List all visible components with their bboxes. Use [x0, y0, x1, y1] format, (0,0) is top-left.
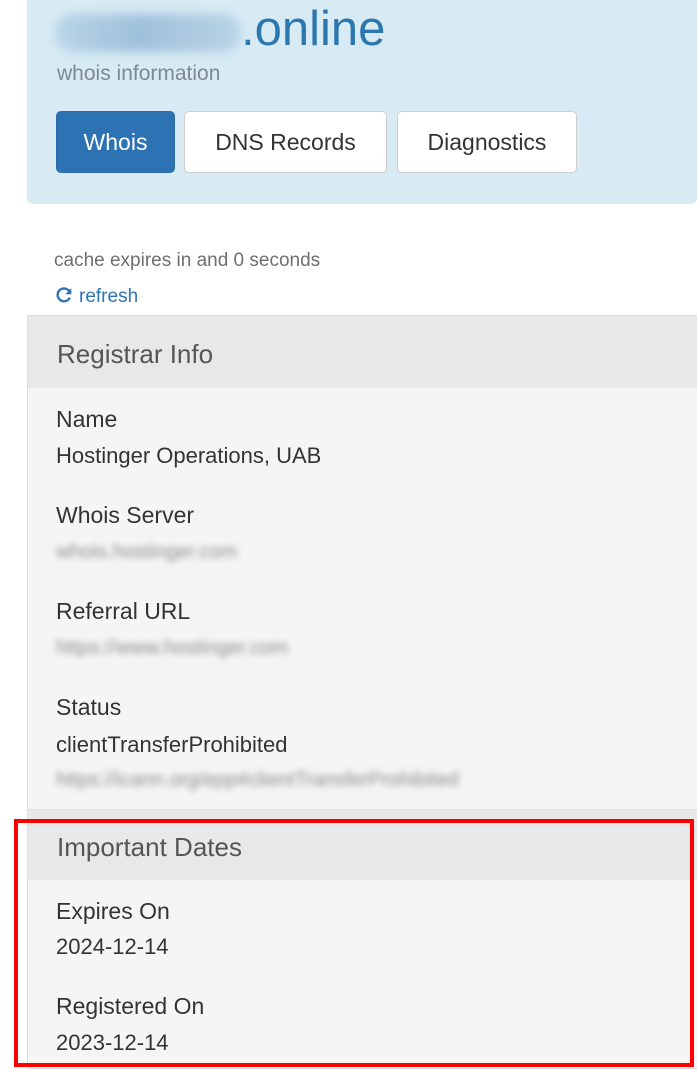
- status-value: clientTransferProhibited: [56, 732, 288, 757]
- important-dates-title: Important Dates: [57, 832, 242, 862]
- status-link[interactable]: https://icann.org/epp#clientTransferProh…: [56, 769, 596, 792]
- domain-header: .online whois information Whois DNS Reco…: [27, 0, 697, 204]
- domain-title: .online: [55, 2, 385, 56]
- referral-url-label: Referral URL: [56, 598, 191, 624]
- tab-dns-records[interactable]: DNS Records: [184, 111, 387, 173]
- referral-url-value: https://www.hostinger.com: [56, 637, 289, 659]
- tab-whois[interactable]: Whois: [56, 111, 175, 173]
- whois-server-label: Whois Server: [56, 502, 195, 528]
- tab-diagnostics[interactable]: Diagnostics: [397, 111, 577, 173]
- refresh-label: refresh: [79, 286, 139, 307]
- registered-on-label: Registered On: [56, 993, 205, 1019]
- registrar-name-label: Name: [56, 406, 118, 432]
- page-subtitle: whois information: [57, 62, 221, 85]
- domain-tld: .online: [241, 2, 386, 56]
- registrar-info-header: Registrar Info: [28, 316, 697, 388]
- registered-on-value: 2023-12-14: [56, 1030, 169, 1055]
- registrar-name-value: Hostinger Operations, UAB: [56, 443, 322, 468]
- registrar-info-title: Registrar Info: [57, 339, 214, 369]
- status-label: Status: [56, 694, 122, 720]
- domain-name-redacted: [55, 14, 241, 52]
- expires-on-value: 2024-12-14: [56, 934, 169, 959]
- refresh-link[interactable]: refresh: [54, 285, 138, 308]
- important-dates-header: Important Dates: [28, 810, 697, 880]
- refresh-icon: [56, 287, 72, 303]
- cache-expiry-note: cache expires in and 0 seconds: [54, 250, 321, 271]
- whois-server-value: whois.hostinger.com: [56, 541, 238, 563]
- expires-on-label: Expires On: [56, 898, 170, 924]
